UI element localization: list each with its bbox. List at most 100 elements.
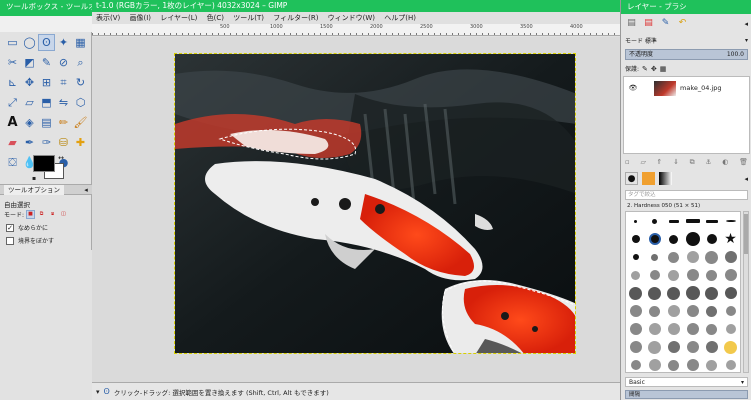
- eraser-tool[interactable]: ▰: [4, 134, 21, 151]
- tool-options-tab[interactable]: ツールオプション: [4, 185, 64, 195]
- default-colors-icon[interactable]: ▪: [30, 174, 38, 182]
- brush-preview[interactable]: [668, 251, 679, 263]
- rect-select-tool[interactable]: ▭: [4, 34, 21, 51]
- mode-dropdown-icon[interactable]: ▾: [745, 37, 748, 44]
- rotate-tool[interactable]: ↻: [72, 74, 89, 91]
- antialias-checkbox[interactable]: ✓: [6, 223, 14, 232]
- undo-history-tab-icon[interactable]: ↶: [676, 16, 689, 29]
- flip-tool[interactable]: ⇋: [55, 94, 72, 111]
- align-tool[interactable]: ⊞: [38, 74, 55, 91]
- brush-preview[interactable]: [629, 305, 642, 317]
- opacity-slider[interactable]: 不透明度 100.0: [625, 49, 748, 60]
- new-layer-icon[interactable]: ▫: [625, 156, 630, 168]
- channels-tab-icon[interactable]: ▤: [642, 16, 655, 29]
- menu-view[interactable]: 表示(V): [96, 14, 120, 22]
- brush-preview[interactable]: [652, 218, 657, 224]
- brush-scrollbar-thumb[interactable]: [744, 214, 748, 254]
- brush-preview[interactable]: [629, 341, 642, 353]
- zoom-tool[interactable]: ⌕: [72, 54, 89, 71]
- text-tool[interactable]: A: [4, 114, 21, 131]
- cage-tool[interactable]: ⬡: [72, 94, 89, 111]
- brush-preview[interactable]: [667, 286, 680, 300]
- brush-preview[interactable]: [705, 341, 718, 353]
- brush-preview[interactable]: [706, 305, 717, 317]
- feather-checkbox[interactable]: [6, 236, 14, 245]
- foreground-color-swatch[interactable]: [33, 155, 55, 172]
- color-picker-tool[interactable]: ⊘: [55, 54, 72, 71]
- delete-layer-icon[interactable]: 🗑: [739, 156, 748, 168]
- mode-add-icon[interactable]: ⧉: [37, 210, 46, 219]
- antialias-row[interactable]: ✓ なめらかに: [6, 223, 48, 232]
- brush-preview[interactable]: [686, 359, 699, 371]
- brush-preview[interactable]: [630, 360, 641, 370]
- brush-preview[interactable]: [629, 323, 642, 335]
- brush-preview[interactable]: [706, 269, 717, 281]
- koi-image[interactable]: [174, 53, 576, 354]
- ellipse-select-tool[interactable]: ◯: [21, 34, 38, 51]
- gradients-tab-icon[interactable]: [659, 172, 672, 185]
- brush-preview[interactable]: [667, 305, 680, 317]
- brush-preview[interactable]: [669, 234, 678, 244]
- brush-preview[interactable]: [648, 323, 661, 335]
- swap-colors-icon[interactable]: ↔: [57, 154, 65, 162]
- bucket-fill-tool[interactable]: ◈: [21, 114, 38, 131]
- brush-preview[interactable]: [685, 219, 700, 223]
- star-brush-icon[interactable]: ★: [724, 231, 737, 247]
- menu-colors[interactable]: 色(C): [207, 14, 224, 22]
- brush-preview[interactable]: [667, 323, 680, 335]
- brush-tag-filter[interactable]: タグで絞込: [625, 190, 748, 200]
- perspective-clone-tool[interactable]: ⛋: [4, 154, 21, 171]
- brush-preview[interactable]: [706, 359, 717, 371]
- brush-preview[interactable]: [632, 254, 639, 260]
- paths-tool[interactable]: ✎: [38, 54, 55, 71]
- paths-tab-icon[interactable]: ✎: [659, 16, 672, 29]
- free-select-tool[interactable]: ʘ: [38, 34, 55, 51]
- brush-preview[interactable]: [634, 219, 637, 223]
- brush-preview[interactable]: [648, 233, 661, 245]
- color-select-tool[interactable]: ▦: [72, 34, 89, 51]
- ink-tool[interactable]: ✑: [38, 134, 55, 151]
- brush-preview[interactable]: [686, 269, 699, 281]
- feather-row[interactable]: 境界をぼかす: [6, 236, 54, 245]
- brush-preview[interactable]: [724, 269, 737, 281]
- brush-preview[interactable]: [648, 340, 661, 354]
- brush-preview[interactable]: [648, 286, 661, 300]
- clone-tool[interactable]: ⛁: [55, 134, 72, 151]
- measure-tool[interactable]: ⊾: [4, 74, 21, 91]
- mask-icon[interactable]: ◐: [722, 156, 728, 168]
- brush-preset-select[interactable]: Basic ▾: [625, 377, 748, 387]
- layer-row[interactable]: 👁 make_04.jpg: [624, 79, 749, 97]
- unit-dropdown-icon[interactable]: ▾: [96, 388, 100, 396]
- menu-image[interactable]: 画像(I): [130, 14, 152, 22]
- scale-tool[interactable]: ⤢: [4, 94, 21, 111]
- menu-tools[interactable]: ツール(T): [233, 14, 264, 22]
- toolbox-titlebar[interactable]: ツールボックス - ツールオ...: [0, 0, 92, 16]
- blend-tool[interactable]: ▤: [38, 114, 55, 131]
- anchor-layer-icon[interactable]: ⚓: [705, 156, 711, 168]
- brush-preview[interactable]: [725, 306, 736, 316]
- layers-titlebar[interactable]: レイヤー - ブラシ: [621, 0, 751, 14]
- brush-preview[interactable]: [725, 220, 736, 222]
- mode-subtract-icon[interactable]: ⧈: [48, 210, 57, 219]
- patterns-tab-icon[interactable]: [642, 172, 655, 185]
- layers-tab-icon[interactable]: ▤: [625, 16, 638, 29]
- brush-preview[interactable]: [705, 219, 718, 223]
- brushes-tab-icon[interactable]: ●: [625, 172, 638, 185]
- brush-preview[interactable]: [668, 219, 679, 223]
- brush-preview[interactable]: [686, 323, 699, 335]
- brush-preview[interactable]: [649, 270, 660, 280]
- foreground-select-tool[interactable]: ◩: [21, 54, 38, 71]
- menu-help[interactable]: ヘルプ(H): [384, 14, 416, 22]
- brush-preview[interactable]: [725, 360, 736, 370]
- brush-preview[interactable]: [724, 340, 737, 354]
- lock-alpha-icon[interactable]: ▦: [660, 65, 667, 73]
- brush-preview[interactable]: [706, 323, 717, 335]
- brush-preview[interactable]: [705, 286, 718, 300]
- perspective-tool[interactable]: ⬒: [38, 94, 55, 111]
- tab-menu-icon[interactable]: ◂: [82, 186, 90, 194]
- brush-preview[interactable]: [668, 269, 679, 281]
- lock-pixels-icon[interactable]: ✎: [642, 65, 648, 73]
- airbrush-tool[interactable]: ✒: [21, 134, 38, 151]
- fuzzy-select-tool[interactable]: ✦: [55, 34, 72, 51]
- spacing-slider[interactable]: 間隔: [625, 390, 748, 399]
